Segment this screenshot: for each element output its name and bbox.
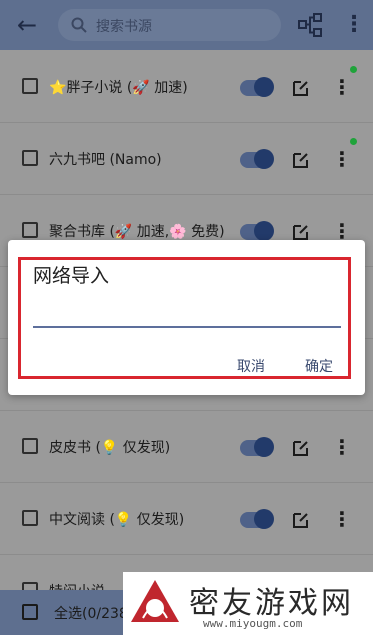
more-vert-icon[interactable]: ⋮ xyxy=(332,506,352,532)
watermark-text: 密友游戏网 xyxy=(189,586,354,621)
toggle-knob xyxy=(254,509,274,529)
search-icon xyxy=(71,17,87,33)
edit-icon[interactable] xyxy=(292,79,310,97)
edit-icon[interactable] xyxy=(292,511,310,529)
list-item[interactable]: 皮皮书 (💡 仅发现) ⋮ xyxy=(0,410,373,483)
more-vert-icon[interactable]: ⋮ xyxy=(332,74,352,100)
select-all-label[interactable]: 全选(0/238) xyxy=(54,603,133,623)
source-name: 中文阅读 (💡 仅发现) xyxy=(49,512,185,528)
ok-button[interactable]: 确定 xyxy=(305,356,333,376)
network-import-dialog: 网络导入 取消 确定 xyxy=(8,240,365,395)
source-name: 六九书吧 (Namo) xyxy=(49,152,162,168)
toggle-knob xyxy=(254,221,274,241)
edit-icon[interactable] xyxy=(292,439,310,457)
row-checkbox[interactable] xyxy=(22,222,38,238)
watermark-url: www.miyougm.com xyxy=(203,617,303,630)
list-item[interactable]: 中文阅读 (💡 仅发现) ⋮ xyxy=(0,482,373,555)
row-checkbox[interactable] xyxy=(22,438,38,454)
list-item[interactable]: ⭐胖子小说 (🚀 加速) ⋮ xyxy=(0,50,373,123)
dialog-title: 网络导入 xyxy=(33,265,110,287)
update-dot xyxy=(350,138,357,145)
search-input[interactable]: 搜索书源 xyxy=(58,9,281,41)
search-placeholder: 搜索书源 xyxy=(96,19,152,35)
cancel-button[interactable]: 取消 xyxy=(237,356,265,376)
row-checkbox[interactable] xyxy=(22,510,38,526)
watermark: 密友游戏网 www.miyougm.com xyxy=(123,572,373,635)
list-item[interactable]: 六九书吧 (Namo) ⋮ xyxy=(0,122,373,195)
source-name: 聚合书库 (🚀 加速,🌸 免费) xyxy=(49,224,225,240)
source-name: 皮皮书 (💡 仅发现) xyxy=(49,440,171,456)
toggle-knob xyxy=(254,437,274,457)
more-vert-icon[interactable]: ⋮ xyxy=(332,146,352,172)
edit-icon[interactable] xyxy=(292,151,310,169)
toggle-knob xyxy=(254,149,274,169)
row-checkbox[interactable] xyxy=(22,78,38,94)
source-name: ⭐胖子小说 (🚀 加速) xyxy=(49,80,188,96)
select-all-checkbox[interactable] xyxy=(22,604,38,620)
update-dot xyxy=(350,66,357,73)
row-checkbox[interactable] xyxy=(22,150,38,166)
tree-icon[interactable] xyxy=(297,12,323,38)
edit-icon[interactable] xyxy=(292,223,310,241)
watermark-logo-icon xyxy=(131,580,179,622)
url-input[interactable] xyxy=(33,298,341,328)
more-vert-icon[interactable]: ⋮ xyxy=(332,434,352,460)
back-arrow-icon[interactable]: ← xyxy=(14,12,40,38)
top-app-bar: ← 搜索书源 ⋮ xyxy=(0,0,373,50)
more-vert-icon[interactable]: ⋮ xyxy=(343,11,365,39)
toggle-knob xyxy=(254,77,274,97)
